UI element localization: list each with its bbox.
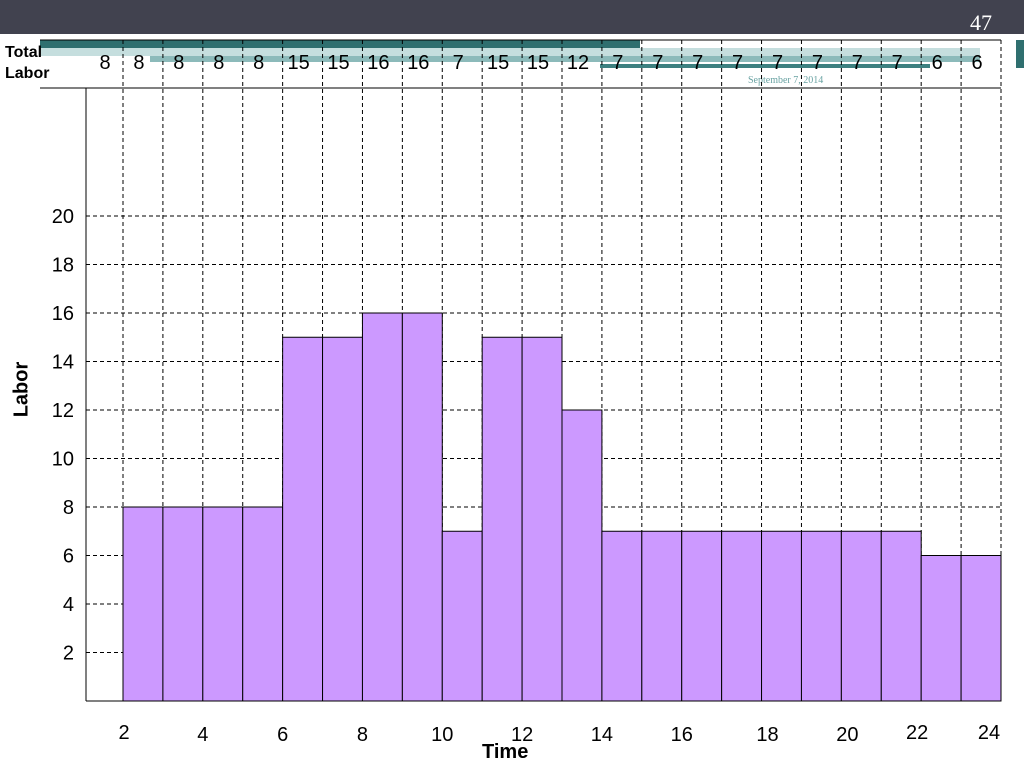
total-labor-value: 8 [253,52,264,74]
x-tick-label: 2 [118,722,129,744]
x-tick-label: 22 [906,722,928,744]
total-labor-value: 7 [732,52,743,74]
y-tick-label: 14 [52,352,74,374]
total-labor-value: 15 [327,52,349,74]
total-labor-value: 7 [453,52,464,74]
bar [800,530,842,702]
total-labor-value: 7 [612,52,623,74]
bar [481,336,523,702]
y-tick-label: 8 [63,497,74,519]
labor-chart: 24681012141618202 4 6 8 10 12 14 16 18 20 22 248 8 8 8… [40,39,1002,746]
bar [441,530,483,702]
total-labor-value: 6 [971,52,982,74]
y-tick-label: 16 [52,303,74,325]
bar [880,530,922,702]
y-tick-label: 10 [52,449,74,471]
total-labor-value: 6 [932,52,943,74]
x-tick-label: 24 [978,722,1000,744]
bar [282,336,324,702]
x-tick-label: 10 [431,724,453,746]
total-labor-value: 8 [173,52,184,74]
x-tick-label: 16 [671,724,693,746]
total-labor-value: 16 [407,52,429,74]
bar [920,555,962,702]
bar [561,409,603,702]
y-tick-label: 20 [52,206,74,228]
x-tick-label: 6 [277,724,288,746]
bar [322,336,363,702]
bar [960,555,1002,702]
bar [361,312,403,702]
x-tick-label: 14 [591,724,613,746]
bar [721,530,763,702]
x-tick-label: 4 [197,724,208,746]
total-labor-value: 7 [892,52,903,74]
y-tick-label: 4 [63,594,74,616]
total-labor-value: 8 [99,52,110,74]
y-axis-title: Labor [10,361,33,418]
bar [761,530,802,702]
bar [162,506,204,702]
x-tick-label: 18 [756,724,778,746]
total-labor-value: 15 [487,52,509,74]
x-axis-title: Time [482,741,529,763]
bar [840,530,882,702]
total-labor-value: 7 [852,52,863,74]
y-tick-label: 18 [52,255,74,277]
y-tick-label: 6 [63,546,74,568]
total-labor-value: 8 [213,52,224,74]
total-labor-value: 7 [772,52,783,74]
bar [202,506,244,702]
bar [242,506,284,702]
x-tick-label: 8 [357,724,368,746]
bar [601,530,643,702]
x-tick-label: 20 [836,724,858,746]
y-tick-label: 2 [63,643,74,665]
total-labor-value: 7 [652,52,663,74]
bar [521,336,563,702]
total-labor-value: 7 [812,52,823,74]
total-labor-value: 8 [133,52,144,74]
total-labor-value: 7 [692,52,703,74]
total-labor-value: 16 [367,52,389,74]
total-labor-value: 12 [567,52,589,74]
bar [122,506,164,702]
y-tick-label: 12 [52,400,74,422]
bar [401,312,443,702]
bar [641,530,683,702]
bar [681,530,723,702]
total-labor-value: 15 [527,52,549,74]
total-labor-value: 15 [287,52,309,74]
